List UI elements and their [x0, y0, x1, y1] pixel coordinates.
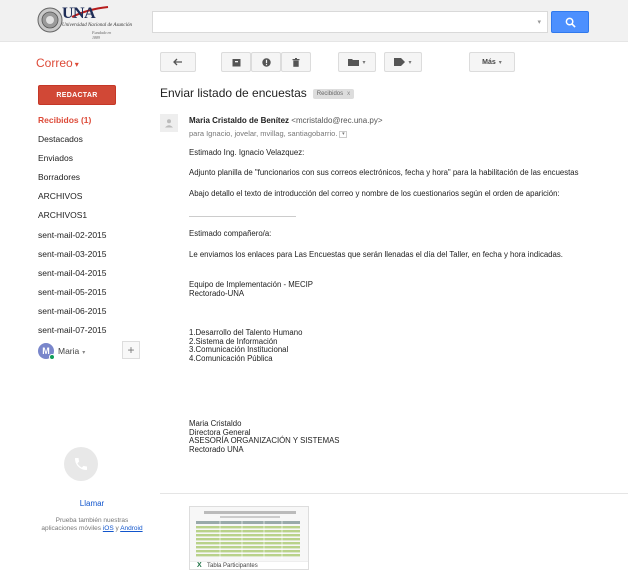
person-icon: [165, 119, 173, 128]
promo-and: y: [115, 525, 119, 532]
recipients-text: para Ignacio, jovelar, mvillag, santiago…: [189, 129, 338, 138]
new-hangout-button[interactable]: +: [122, 341, 140, 359]
call-link[interactable]: Llamar: [40, 499, 144, 508]
sidebar-item-starred[interactable]: Destacados: [38, 130, 148, 149]
sidebar-item-inbox[interactable]: Recibidos (1): [38, 111, 148, 130]
online-status-icon: [49, 354, 55, 360]
app-switcher-label: Correo: [36, 56, 73, 70]
mobile-apps-promo: Prueba también nuestras aplicaciones móv…: [40, 517, 144, 533]
report-spam-icon: [261, 57, 271, 67]
report-spam-button[interactable]: [251, 52, 281, 72]
search-button[interactable]: [551, 11, 589, 33]
remove-label-button[interactable]: x: [347, 91, 350, 97]
una-logo[interactable]: UNA Universidad Nacional de Asunción Fun…: [36, 2, 132, 40]
sender-line: Maria Cristaldo de Benítez <mcristaldo@r…: [189, 116, 383, 125]
excel-icon: X: [197, 562, 202, 569]
sidebar-item-sent-mail-02-2015[interactable]: sent-mail-02-2015: [38, 226, 148, 245]
ios-link[interactable]: iOS: [103, 525, 114, 532]
compose-button[interactable]: REDACTAR: [38, 85, 116, 105]
sender-avatar[interactable]: [160, 114, 178, 132]
team-block: Equipo de Implementación - MECIP Rectora…: [189, 280, 313, 298]
una-seal-icon: [37, 7, 63, 33]
body-paragraph-1: Adjunto planilla de "funcionarios con su…: [189, 168, 579, 177]
chevron-down-icon: ▾: [82, 350, 86, 356]
archive-button[interactable]: [221, 52, 251, 72]
search-box[interactable]: ▾: [152, 11, 548, 33]
subject-text: Enviar listado de encuestas: [160, 86, 307, 100]
attachment-title: Tabla Participantes: [207, 563, 258, 569]
sidebar-item-sent-mail-03-2015[interactable]: sent-mail-03-2015: [38, 245, 148, 264]
chevron-down-icon: ▾: [74, 60, 79, 69]
trash-icon: [292, 57, 300, 67]
sidebar-item-sent-mail-06-2015[interactable]: sent-mail-06-2015: [38, 302, 148, 321]
body-greeting-2: Estimado compañero/a:: [189, 229, 272, 238]
sidebar-item-drafts[interactable]: Borradores: [38, 168, 148, 187]
logo-founded: Fundada en 1889: [92, 30, 112, 40]
sidebar-item-sent[interactable]: Enviados: [38, 149, 148, 168]
android-link[interactable]: Android: [120, 525, 142, 532]
label-tag-icon: [394, 58, 406, 66]
attachment-card[interactable]: X Tabla Participantes: [189, 506, 309, 570]
sidebar-item-sent-mail-05-2015[interactable]: sent-mail-05-2015: [38, 283, 148, 302]
delete-button[interactable]: [281, 52, 311, 72]
sender-name[interactable]: Maria Cristaldo de Benítez: [189, 116, 289, 125]
phone-call-button[interactable]: [64, 447, 98, 481]
move-to-button[interactable]: ▾: [338, 52, 376, 72]
search-icon: [565, 17, 576, 28]
plus-icon: +: [127, 343, 135, 357]
arrow-left-icon: [173, 58, 182, 66]
archive-icon: [232, 58, 240, 66]
body-paragraph-2: Abajo detallo el texto de introducción d…: [189, 189, 560, 198]
chevron-down-icon: ▾: [408, 59, 412, 66]
sidebar-item-archivos1[interactable]: ARCHIVOS1: [38, 206, 148, 225]
top-bar: UNA Universidad Nacional de Asunción Fun…: [0, 0, 628, 42]
body-paragraph-3: Le enviamos los enlaces para Las Encuest…: [189, 250, 563, 259]
more-label: Más: [482, 58, 496, 66]
folder-icon: [348, 59, 360, 66]
search-input[interactable]: [153, 12, 547, 32]
logo-subtitle: Universidad Nacional de Asunción: [62, 23, 133, 28]
hangouts-user-menu[interactable]: M Maria ▾: [38, 343, 85, 360]
chevron-down-icon: ▾: [362, 59, 366, 66]
sidebar-item-sent-mail-04-2015[interactable]: sent-mail-04-2015: [38, 264, 148, 283]
show-details-button[interactable]: ▾: [339, 130, 348, 138]
spreadsheet-thumbnail: [190, 507, 308, 563]
chevron-down-icon: ▾: [498, 59, 502, 66]
message-subject: Enviar listado de encuestas Recibidos x: [160, 86, 355, 100]
recipients-line: para Ignacio, jovelar, mvillag, santiago…: [189, 129, 348, 138]
sender-email: <mcristaldo@rec.una.py>: [291, 116, 383, 125]
phone-icon: [75, 458, 87, 470]
label-chip-text: Recibidos: [316, 90, 344, 97]
avatar: M: [38, 343, 55, 360]
signature-line: Rectorado UNA: [189, 444, 244, 454]
hangouts-user-label: Maria: [58, 346, 80, 356]
back-button[interactable]: [160, 52, 196, 72]
attachment-footer: X Tabla Participantes: [190, 561, 308, 569]
app-switcher[interactable]: Correo ▾: [36, 56, 79, 70]
more-button[interactable]: Más ▾: [469, 52, 515, 72]
label-chip-inbox[interactable]: Recibidos x: [312, 88, 355, 99]
divider: [189, 216, 296, 217]
attachments-divider: [160, 493, 628, 494]
signature-block: Maria Cristaldo Directora General ASESOR…: [189, 419, 340, 454]
search-options-caret-icon[interactable]: ▾: [537, 18, 541, 26]
chevron-down-icon: ▾: [342, 130, 345, 137]
sidebar-nav: Recibidos (1) Destacados Enviados Borrad…: [38, 111, 148, 340]
team-line: Rectorado-UNA: [189, 288, 245, 298]
hangouts-user-name: Maria ▾: [58, 346, 85, 356]
survey-list: 1.Desarrollo del Talento Humano 2.Sistem…: [189, 328, 302, 363]
list-item: 4.Comunicación Pública: [189, 353, 273, 363]
body-greeting: Estimado Ing. Ignacio Velazquez:: [189, 148, 305, 157]
sidebar-item-sent-mail-07-2015[interactable]: sent-mail-07-2015: [38, 321, 148, 340]
logo-text: UNA: [62, 5, 96, 22]
sidebar-item-archivos[interactable]: ARCHIVOS: [38, 187, 148, 206]
labels-button[interactable]: ▾: [384, 52, 422, 72]
